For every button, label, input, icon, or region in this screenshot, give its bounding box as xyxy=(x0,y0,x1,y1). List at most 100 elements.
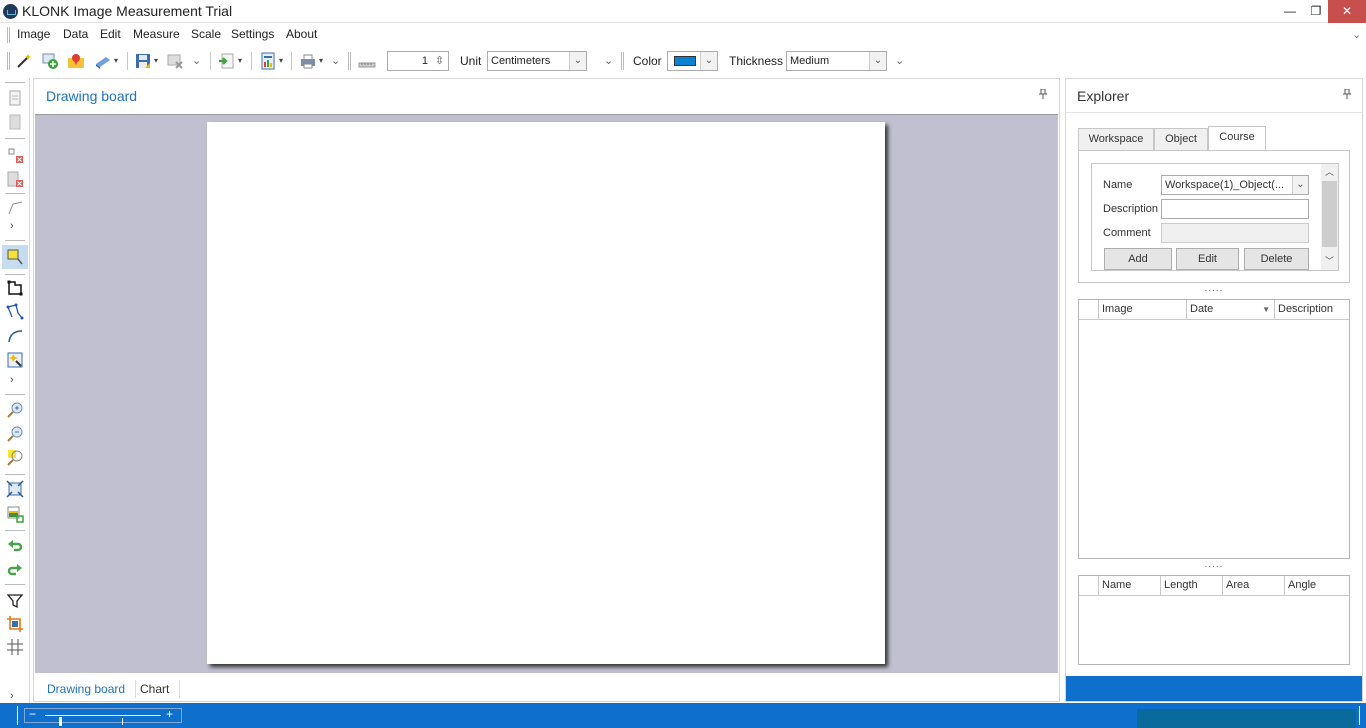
column-header-length[interactable]: Length xyxy=(1160,576,1222,596)
select-tool-button[interactable] xyxy=(2,245,28,269)
scroll-up-icon[interactable]: ︿ xyxy=(1321,165,1338,178)
report-icon[interactable] xyxy=(259,52,277,70)
course-scrollbar[interactable]: ︿ ﹀ xyxy=(1321,164,1338,270)
grid-icon[interactable] xyxy=(6,638,24,656)
drawing-canvas[interactable] xyxy=(207,122,885,664)
crop-icon[interactable] xyxy=(6,615,24,633)
status-divider xyxy=(17,706,18,725)
zoom-out-icon[interactable] xyxy=(6,425,24,443)
toolbar-grip[interactable] xyxy=(621,52,624,70)
zoom-slider[interactable]: − + xyxy=(24,707,182,726)
menu-overflow-chevron-icon[interactable]: ⌄ xyxy=(1352,28,1361,41)
undo-icon[interactable] xyxy=(6,535,24,553)
scale-value-input[interactable]: 1 ⇳ xyxy=(387,51,449,71)
thickness-select[interactable]: Medium ⌄ xyxy=(786,51,887,71)
menu-grip[interactable] xyxy=(7,27,10,43)
column-header-area[interactable]: Area xyxy=(1222,576,1284,596)
scanner-dropdown-caret-icon[interactable]: ▾ xyxy=(114,56,118,65)
magic-select-icon[interactable] xyxy=(6,351,24,369)
close-image-chevron-icon[interactable]: ⌄ xyxy=(192,54,201,67)
comment-input[interactable] xyxy=(1161,223,1309,243)
print-icon[interactable] xyxy=(299,52,317,70)
scale-spinner-icon[interactable]: ⇳ xyxy=(431,52,448,70)
report-dropdown-caret-icon[interactable]: ▾ xyxy=(279,56,283,65)
close-image-icon[interactable] xyxy=(166,52,184,70)
zoom-in-button[interactable]: + xyxy=(166,707,173,721)
name-dropdown-chevron-icon[interactable]: ⌄ xyxy=(1292,176,1308,194)
tab-drawing-board[interactable]: Drawing board xyxy=(37,680,137,698)
menu-measure[interactable]: Measure xyxy=(133,27,180,41)
toolstrip-grip[interactable] xyxy=(5,82,25,83)
zoom-slider-thumb[interactable] xyxy=(59,717,62,726)
unit-overflow-chevron-icon[interactable]: ⌄ xyxy=(604,54,613,67)
polygon-tool-icon[interactable] xyxy=(6,303,24,321)
column-header-description[interactable]: Description xyxy=(1274,300,1349,320)
fit-screen-icon[interactable] xyxy=(6,480,24,498)
magic-wand-icon[interactable] xyxy=(15,52,33,70)
close-button[interactable]: ✕ xyxy=(1328,0,1366,23)
menu-edit[interactable]: Edit xyxy=(100,27,121,41)
menu-data[interactable]: Data xyxy=(63,27,88,41)
unit-dropdown-chevron-icon[interactable]: ⌄ xyxy=(569,52,586,70)
column-header-angle[interactable]: Angle xyxy=(1284,576,1349,596)
tab-object[interactable]: Object xyxy=(1154,128,1208,150)
export-icon[interactable] xyxy=(218,52,236,70)
new-document-icon[interactable] xyxy=(6,89,24,107)
save-icon[interactable] xyxy=(134,52,152,70)
tab-workspace[interactable]: Workspace xyxy=(1078,128,1154,150)
toolbar-separator xyxy=(210,52,211,70)
column-header-date[interactable]: Date ▼ xyxy=(1186,300,1274,320)
toolbar-grip[interactable] xyxy=(7,52,10,70)
pin-icon[interactable] xyxy=(1343,88,1351,102)
page-icon[interactable] xyxy=(6,113,24,131)
menu-about[interactable]: About xyxy=(286,27,317,41)
menu-settings[interactable]: Settings xyxy=(231,27,274,41)
thickness-overflow-chevron-icon[interactable]: ⌄ xyxy=(895,54,904,67)
scanner-icon[interactable] xyxy=(94,52,112,70)
expand-tools-chevron-icon[interactable]: › xyxy=(10,220,14,232)
column-header-name[interactable]: Name xyxy=(1098,576,1160,596)
column-header-image[interactable]: Image xyxy=(1098,300,1186,320)
expand-tools-chevron-icon[interactable]: › xyxy=(10,690,14,702)
redo-icon[interactable] xyxy=(6,559,24,577)
scrollbar-thumb[interactable] xyxy=(1322,181,1337,247)
edit-button[interactable]: Edit xyxy=(1176,248,1239,270)
color-dropdown-chevron-icon[interactable]: ⌄ xyxy=(700,52,717,70)
add-button[interactable]: Add xyxy=(1104,248,1172,270)
zoom-track[interactable] xyxy=(45,715,161,726)
menu-image[interactable]: Image xyxy=(17,27,50,41)
delete-button[interactable]: Delete xyxy=(1244,248,1309,270)
unit-select[interactable]: Centimeters ⌄ xyxy=(487,51,587,71)
print-dropdown-caret-icon[interactable]: ▾ xyxy=(319,56,323,65)
print-chevron-icon[interactable]: ⌄ xyxy=(331,54,340,67)
menu-scale[interactable]: Scale xyxy=(191,27,221,41)
splitter-handle[interactable]: ..... xyxy=(1066,283,1362,294)
splitter-handle[interactable]: ..... xyxy=(1066,559,1362,570)
scroll-down-icon[interactable]: ﹀ xyxy=(1321,254,1338,267)
rectangle-tool-icon[interactable] xyxy=(6,279,24,297)
tab-course[interactable]: Course xyxy=(1208,126,1266,150)
comment-label: Comment xyxy=(1103,227,1151,239)
curve-tool-icon[interactable] xyxy=(6,327,24,345)
name-select[interactable]: Workspace(1)_Object(... ⌄ xyxy=(1161,175,1309,195)
export-dropdown-caret-icon[interactable]: ▾ xyxy=(238,56,242,65)
save-dropdown-caret-icon[interactable]: ▾ xyxy=(154,56,158,65)
map-marker-icon[interactable] xyxy=(67,52,85,70)
delete-object-icon[interactable] xyxy=(6,146,24,164)
description-input[interactable] xyxy=(1161,199,1309,219)
image-resize-icon[interactable] xyxy=(6,505,24,523)
pin-icon[interactable] xyxy=(1039,88,1047,102)
toolbar-grip[interactable] xyxy=(348,52,351,70)
line-tool-icon[interactable] xyxy=(6,198,24,216)
thickness-dropdown-chevron-icon[interactable]: ⌄ xyxy=(869,52,886,70)
add-image-icon[interactable] xyxy=(41,52,59,70)
delete-page-icon[interactable] xyxy=(6,170,24,188)
zoom-fit-icon[interactable] xyxy=(6,449,24,467)
color-select[interactable]: ⌄ xyxy=(667,51,718,71)
zoom-out-button[interactable]: − xyxy=(29,707,36,721)
filter-icon[interactable] xyxy=(6,592,24,610)
canvas-area[interactable] xyxy=(35,114,1058,673)
tab-chart[interactable]: Chart xyxy=(130,680,181,698)
expand-tools-chevron-icon[interactable]: › xyxy=(10,374,14,386)
zoom-in-icon[interactable] xyxy=(6,401,24,419)
